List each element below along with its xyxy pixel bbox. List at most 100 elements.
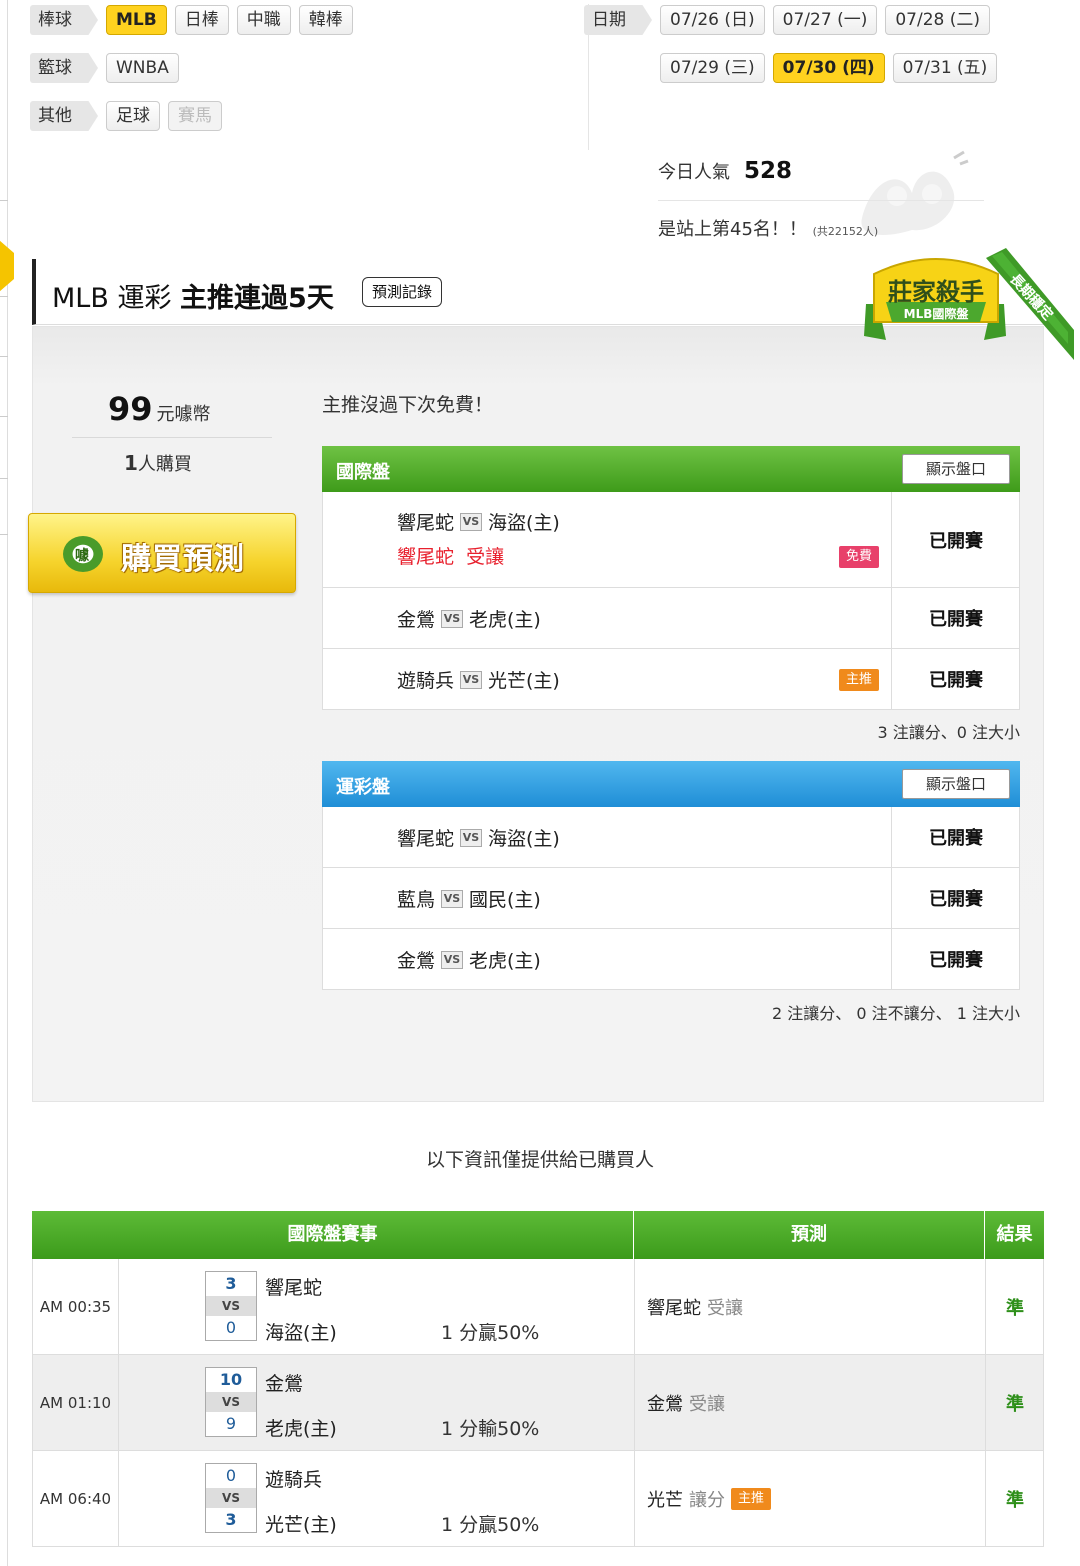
away-team: 金鶯	[397, 609, 436, 631]
lottery-picks-table: 運彩盤 顯示盤口 響尾蛇 VS 海盜(主) 已開賽 藍鳥 VS 國民(主) 已開…	[322, 761, 1020, 990]
date-row-2: 07/29 (三) 07/30 (四) 07/31 (五)	[660, 53, 998, 83]
vs-label: VS	[206, 1296, 256, 1316]
vs-icon: VS	[460, 670, 483, 689]
lottery-table-title: 運彩盤	[336, 777, 390, 798]
date-0728[interactable]: 07/28 (二)	[885, 5, 991, 35]
pick-row: 金鶯 VS 老虎(主) 已開賽	[322, 588, 1020, 649]
intl-table-header: 國際盤 顯示盤口	[322, 446, 1020, 492]
vs-icon: VS	[441, 889, 464, 908]
date-label: 日期	[584, 5, 652, 35]
filter-row-other: 其他 足球 賽馬	[30, 101, 222, 131]
main-pick-tag: 主推	[731, 1487, 771, 1510]
brand-logo-icon: 噱	[63, 536, 103, 572]
popularity-value: 528	[744, 158, 793, 184]
lottery-summary: 2 注讓分、 0 注不讓分、 1 注大小	[772, 1004, 1020, 1023]
matchup: 遊騎兵 VS 光芒(主)	[397, 666, 560, 693]
filter-cpbl[interactable]: 中職	[236, 5, 291, 35]
price-divider	[72, 437, 272, 438]
bet-outcome: 1 分贏50%	[441, 1514, 540, 1536]
sport-filter-panel: 棒球 MLB 日棒 中職 韓棒 籃球 WNBA 其他 足球 賽馬 日期 07/2…	[30, 4, 1050, 154]
pick-type: 受讓	[466, 546, 505, 568]
filter-kbo[interactable]: 韓棒	[298, 5, 353, 35]
matchup: 藍鳥 VS 國民(主)	[397, 885, 541, 912]
game-cell: 0 VS 3 遊騎兵 光芒(主) 1 分贏50%	[119, 1451, 635, 1546]
buy-button-label: 購買預測	[121, 542, 245, 577]
home-team: 老虎(主)	[469, 950, 541, 972]
daily-popularity: 今日人氣 528	[658, 158, 792, 184]
matchup: 響尾蛇 VS 海盜(主)	[397, 824, 560, 851]
vs-icon: VS	[441, 609, 464, 628]
vs-icon: VS	[460, 512, 483, 531]
lottery-show-odds-button[interactable]: 顯示盤口	[902, 769, 1010, 799]
popularity-label: 今日人氣	[658, 162, 730, 183]
filter-wnba[interactable]: WNBA	[106, 53, 179, 83]
team-away: 金鶯	[265, 1373, 304, 1395]
intl-summary: 3 注讓分、0 注大小	[877, 723, 1020, 742]
team-home: 光芒(主)	[265, 1514, 337, 1536]
intl-table-title: 國際盤	[336, 462, 390, 483]
date-0731[interactable]: 07/31 (五)	[892, 53, 998, 83]
home-team: 海盜(主)	[488, 512, 560, 534]
vs-label: VS	[206, 1392, 256, 1412]
badge-title: 莊家殺手	[888, 278, 984, 306]
price: 99 元噱幣	[108, 390, 211, 428]
date-0730[interactable]: 07/30 (四)	[772, 53, 885, 83]
date-0729[interactable]: 07/29 (三)	[660, 53, 765, 83]
score-away: 10	[219, 1370, 243, 1389]
scorebox: 3 VS 0	[205, 1271, 257, 1341]
score-away: 3	[225, 1274, 237, 1293]
filter-npb[interactable]: 日棒	[174, 5, 229, 35]
pick-row: 遊騎兵 VS 光芒(主) 主推 已開賽	[322, 649, 1020, 710]
filter-soccer[interactable]: 足球	[106, 101, 160, 131]
game-status: 已開賽	[929, 609, 983, 630]
away-team: 響尾蛇	[397, 828, 455, 850]
filter-row-basketball: 籃球 WNBA	[30, 53, 179, 83]
title-prefix: MLB 運彩	[52, 283, 172, 314]
team-away: 遊騎兵	[265, 1469, 323, 1491]
table-row: AM 01:10 10 VS 9 金鶯 老虎(主) 1 分輸50% 金鶯 受讓 …	[32, 1355, 1044, 1451]
pick-team: 響尾蛇	[397, 546, 455, 568]
prediction-cell: 響尾蛇 受讓	[635, 1259, 986, 1354]
results-table: 國際盤賽事 預測 結果 AM 00:35 3 VS 0 響尾蛇 海盜(主) 1 …	[32, 1211, 1044, 1547]
away-team: 響尾蛇	[397, 512, 455, 534]
game-status: 已開賽	[929, 670, 983, 691]
intl-show-odds-button[interactable]: 顯示盤口	[902, 454, 1010, 484]
prediction-record-button[interactable]: 預測記錄	[362, 277, 443, 307]
team-away: 響尾蛇	[265, 1277, 323, 1299]
category-basketball: 籃球	[30, 53, 98, 83]
buyers-only-notice: 以下資訊僅提供給已購買人	[425, 1149, 654, 1171]
home-team: 老虎(主)	[469, 609, 541, 631]
matchup: 金鶯 VS 老虎(主)	[397, 605, 541, 632]
vs-label: VS	[206, 1488, 256, 1508]
vs-icon: VS	[441, 950, 464, 969]
badge-ribbon-text: 長期穩定	[1006, 270, 1056, 323]
result-cell: 準	[1006, 1297, 1024, 1319]
pick-row: 金鶯 VS 老虎(主) 已開賽	[322, 929, 1020, 990]
dealer-killer-badge-icon: 莊家殺手 MLB國際盤 長期穩定	[864, 248, 1074, 360]
away-team: 藍鳥	[397, 889, 436, 911]
rank-total: (共22152人)	[812, 225, 879, 238]
date-0726[interactable]: 07/26 (日)	[660, 5, 765, 35]
pred-type: 受讓	[707, 1297, 743, 1319]
lottery-table-header: 運彩盤 顯示盤口	[322, 761, 1020, 807]
page-title: MLB 運彩 主推連過5天	[52, 276, 334, 315]
buy-prediction-button[interactable]: 噱 購買預測	[28, 513, 296, 593]
game-time: AM 06:40	[33, 1451, 119, 1546]
scorebox: 0 VS 3	[205, 1463, 257, 1533]
pred-team: 光芒	[647, 1489, 683, 1511]
badge-subtitle: MLB國際盤	[904, 306, 970, 321]
scorebox: 10 VS 9	[205, 1367, 257, 1437]
date-0727[interactable]: 07/27 (一)	[772, 5, 878, 35]
matchup: 響尾蛇 VS 海盜(主)	[397, 508, 560, 535]
game-status: 已開賽	[929, 950, 983, 971]
score-home: 3	[225, 1510, 237, 1529]
pick-row: 響尾蛇 VS 海盜(主) 已開賽	[322, 807, 1020, 868]
date-row-1: 日期 07/26 (日) 07/27 (一) 07/28 (二)	[584, 5, 991, 35]
pick-row: 藍鳥 VS 國民(主) 已開賽	[322, 868, 1020, 929]
header-result: 結果	[996, 1224, 1033, 1245]
vs-icon: VS	[460, 828, 483, 847]
header-intl-games: 國際盤賽事	[32, 1211, 634, 1259]
filter-mlb[interactable]: MLB	[106, 5, 167, 35]
team-home: 海盜(主)	[265, 1322, 337, 1344]
away-team: 遊騎兵	[397, 670, 455, 692]
